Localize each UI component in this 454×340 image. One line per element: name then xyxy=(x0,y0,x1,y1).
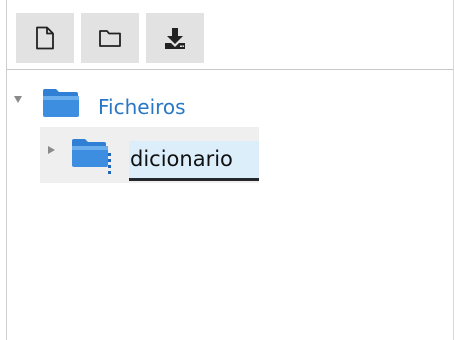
file-browser-panel: Ficheiros dicionario xyxy=(6,0,454,340)
download-button[interactable] xyxy=(146,13,204,63)
new-file-button[interactable] xyxy=(16,13,74,63)
root-folder-icon xyxy=(42,88,81,123)
file-icon xyxy=(35,26,55,50)
tree-node-label[interactable]: dicionario xyxy=(130,147,233,171)
toolbar xyxy=(7,0,453,70)
collapse-toggle-icon[interactable] xyxy=(46,145,56,155)
expand-toggle-icon[interactable] xyxy=(13,94,23,104)
folder-icon xyxy=(98,28,122,48)
tree-node-root-label[interactable]: Ficheiros xyxy=(98,95,186,119)
tree-node-dicionario[interactable]: dicionario xyxy=(40,127,259,183)
download-icon xyxy=(163,26,187,50)
tree-node-label-box[interactable]: dicionario xyxy=(129,141,259,181)
new-folder-button[interactable] xyxy=(81,13,139,63)
child-folder-icon xyxy=(71,138,115,179)
